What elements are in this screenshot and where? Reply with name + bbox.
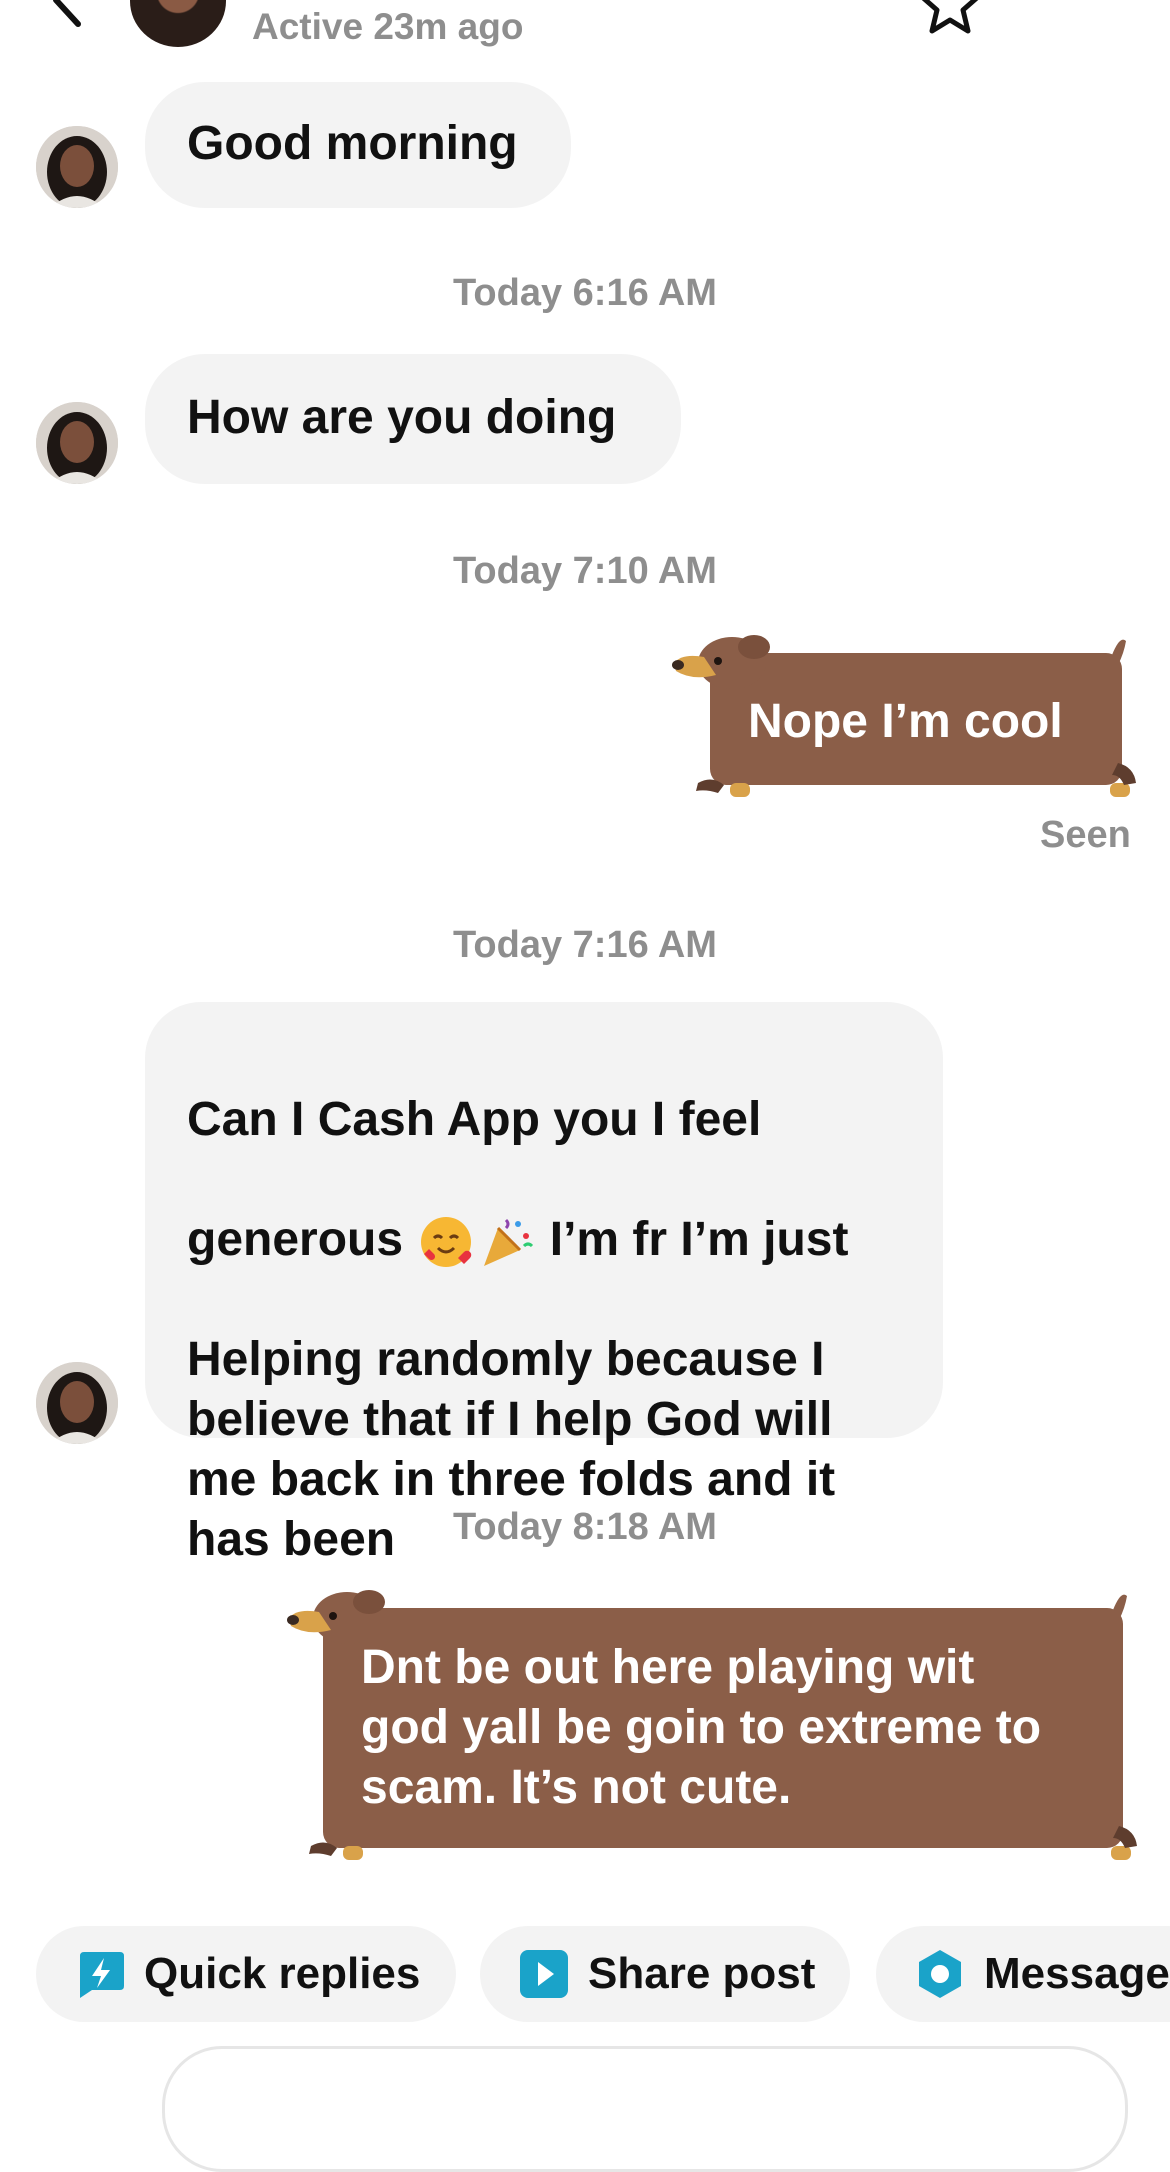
smiling-face-with-hearts-emoji — [421, 1217, 472, 1268]
message-label: Message — [984, 1949, 1170, 1998]
share-post-icon — [520, 1950, 568, 1998]
quick-replies-button[interactable]: Quick replies — [36, 1926, 456, 2022]
seen-indicator: Seen — [1040, 814, 1131, 856]
timestamp: Today 6:16 AM — [453, 272, 717, 314]
avatar[interactable] — [36, 126, 118, 208]
message-bubble[interactable]: Can I Cash App you I feel generous I’m f… — [145, 1002, 943, 1566]
message-bubble[interactable]: How are you doing — [145, 354, 681, 484]
sent-message-bubble[interactable]: Nope I’m cool — [672, 625, 1136, 805]
sent-message-text: Dnt be out here playing wit god yall be … — [361, 1641, 1042, 1814]
message-line: generous I’m fr I’m just — [187, 1210, 901, 1270]
message-word: I’m fr I’m just — [536, 1213, 849, 1266]
message-button[interactable]: Message — [876, 1926, 1170, 2022]
sent-message-text: Nope I’m cool — [748, 695, 1063, 748]
more-icon[interactable] — [1050, 0, 1120, 10]
timestamp: Today 8:18 AM — [453, 1506, 717, 1548]
share-post-label: Share post — [588, 1949, 816, 1998]
header-avatar[interactable] — [130, 0, 226, 47]
message-line: Can I Cash App you I feel — [187, 1093, 762, 1146]
message-composer[interactable] — [162, 2046, 1128, 2172]
sent-message-bubble[interactable]: Dnt be out here playing wit god yall be … — [285, 1580, 1137, 1866]
timestamp: Today 7:10 AM — [453, 550, 717, 592]
star-icon[interactable] — [918, 0, 982, 34]
party-popper-emoji — [484, 1219, 534, 1267]
avatar[interactable] — [36, 402, 118, 484]
avatar[interactable] — [36, 1362, 118, 1444]
quick-replies-icon — [80, 1952, 124, 1998]
quick-replies-label: Quick replies — [144, 1949, 421, 1998]
back-icon[interactable] — [40, 0, 100, 30]
message-word: generous — [187, 1213, 404, 1266]
message-icon — [919, 1950, 961, 1998]
share-post-button[interactable]: Share post — [480, 1926, 850, 2022]
message-bubble[interactable]: Good morning — [145, 82, 571, 208]
timestamp: Today 7:16 AM — [453, 924, 717, 966]
active-status: Active 23m ago — [252, 6, 524, 47]
